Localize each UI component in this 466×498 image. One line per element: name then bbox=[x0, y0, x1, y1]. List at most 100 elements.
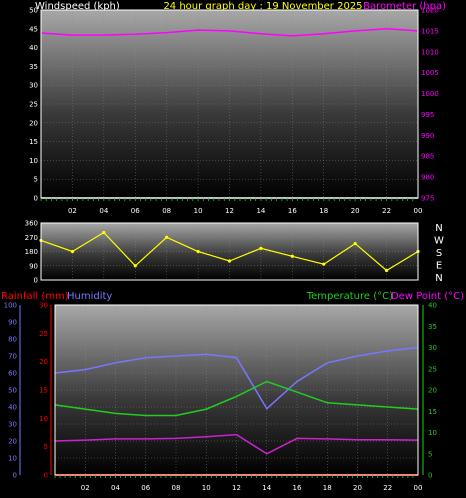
rainfall-tick-label: 25 bbox=[39, 330, 48, 338]
bottom-x-tick-label: 00 bbox=[414, 484, 423, 492]
barometer-tick-label: 1015 bbox=[421, 27, 439, 35]
barometer-tick-label: 995 bbox=[421, 111, 434, 119]
windspeed-tick-label: 0 bbox=[34, 195, 38, 203]
wind-direction-point bbox=[353, 241, 357, 246]
wind-direction-point bbox=[133, 264, 137, 268]
bottom-x-tick-label: 18 bbox=[323, 484, 332, 492]
temperature-tick-label: 35 bbox=[428, 323, 437, 331]
dewpoint-axis-title: Dew Point (°C) bbox=[391, 291, 464, 302]
compass-label: N bbox=[435, 273, 442, 284]
humidity-tick-label: 0 bbox=[13, 472, 17, 480]
bottom-x-tick-label: 04 bbox=[111, 484, 120, 492]
rainfall-tick-label: 0 bbox=[44, 472, 48, 480]
windspeed-tick-label: 5 bbox=[34, 176, 38, 184]
rainfall-axis-title: Rainfall (mm) bbox=[1, 291, 69, 302]
temperature-tick-label: 10 bbox=[428, 429, 437, 437]
wind-direction-point bbox=[322, 262, 326, 266]
temperature-axis-title: Temperature (°C) bbox=[306, 291, 393, 302]
barometer-tick-label: 1000 bbox=[421, 90, 439, 98]
windspeed-tick-label: 50 bbox=[29, 7, 38, 15]
rainfall-tick-label: 30 bbox=[39, 302, 48, 310]
rainfall-tick-label: 20 bbox=[39, 358, 48, 366]
temperature-tick-label: 15 bbox=[428, 408, 437, 416]
windspeed-tick-label: 30 bbox=[29, 82, 38, 90]
bottom-x-tick-label: 12 bbox=[232, 484, 241, 492]
barometer-tick-label: 1010 bbox=[421, 48, 439, 56]
barometer-tick-label: 980 bbox=[421, 174, 434, 182]
bottom-x-tick-label: 08 bbox=[172, 484, 181, 492]
windspeed-tick-label: 25 bbox=[29, 101, 38, 109]
wind-dir-tick-label: 180 bbox=[25, 248, 38, 256]
top-x-tick-label: 04 bbox=[99, 207, 108, 215]
wind-dir-tick-label: 270 bbox=[25, 234, 38, 242]
wind-dir-tick-label: 360 bbox=[25, 220, 38, 228]
rainfall-tick-label: 15 bbox=[39, 387, 48, 395]
humidity-tick-label: 30 bbox=[8, 421, 17, 429]
bottom-x-tick-label: 16 bbox=[293, 484, 302, 492]
temperature-tick-label: 20 bbox=[428, 387, 437, 395]
humidity-tick-label: 60 bbox=[8, 370, 17, 378]
bottom-x-tick-label: 20 bbox=[353, 484, 362, 492]
top-x-tick-label: 10 bbox=[194, 207, 203, 215]
barometer-tick-label: 1005 bbox=[421, 69, 439, 77]
compass-labels: NWSEN bbox=[434, 223, 444, 284]
rainfall-tick-label: 5 bbox=[44, 443, 48, 451]
humidity-tick-label: 70 bbox=[8, 353, 17, 361]
top-x-tick-label: 06 bbox=[131, 207, 140, 215]
temperature-tick-label: 5 bbox=[428, 450, 432, 458]
wind-direction-point bbox=[259, 246, 263, 250]
humidity-tick-label: 100 bbox=[4, 302, 17, 310]
humidity-axis-title: Humidity bbox=[67, 291, 112, 302]
humidity-tick-label: 90 bbox=[8, 319, 17, 327]
wind-dir-tick-label: 0 bbox=[34, 277, 38, 285]
bottom-chart: 0102030405060708090100051015202530051015… bbox=[4, 302, 437, 493]
temperature-tick-label: 25 bbox=[428, 365, 437, 373]
bottom-x-tick-label: 06 bbox=[141, 484, 150, 492]
compass-label: W bbox=[434, 236, 444, 247]
humidity-tick-label: 50 bbox=[8, 387, 17, 395]
compass-label: N bbox=[435, 223, 442, 234]
wind-direction-point bbox=[227, 259, 232, 263]
compass-label: E bbox=[436, 261, 442, 272]
wind-direction-point bbox=[165, 235, 169, 239]
bottom-x-tick-label: 22 bbox=[383, 484, 392, 492]
temperature-tick-label: 0 bbox=[428, 472, 432, 480]
wind-direction-point bbox=[102, 230, 106, 235]
humidity-tick-label: 40 bbox=[8, 404, 17, 412]
wind-direction-point bbox=[384, 268, 389, 273]
wind-direction-chart: 090180270360 NWSEN bbox=[25, 220, 444, 285]
temperature-tick-label: 40 bbox=[428, 302, 437, 310]
mid-ticks: 0 90 180 270 360 bbox=[25, 220, 38, 285]
top-x-tick-label: 02 bbox=[68, 207, 77, 215]
bottom-x-tick-label: 10 bbox=[202, 484, 211, 492]
windspeed-tick-label: 20 bbox=[29, 119, 38, 127]
windspeed-tick-label: 35 bbox=[29, 63, 38, 71]
top-x-tick-label: 12 bbox=[225, 207, 234, 215]
bottom-x-tick-label: 14 bbox=[262, 484, 271, 492]
top-x-tick-label: 08 bbox=[162, 207, 171, 215]
humidity-tick-label: 20 bbox=[8, 438, 17, 446]
barometer-tick-label: 975 bbox=[421, 195, 434, 203]
top-x-tick-label: 14 bbox=[256, 207, 265, 215]
weather-graph-canvas: Windspeed (kph) 24 hour graph day : 19 N… bbox=[1, 1, 464, 493]
compass-label: S bbox=[436, 248, 442, 259]
rainfall-tick-label: 10 bbox=[39, 415, 48, 423]
top-x-tick-label: 18 bbox=[319, 207, 328, 215]
windspeed-tick-label: 10 bbox=[29, 157, 38, 165]
top-x-tick-label: 00 bbox=[414, 207, 423, 215]
top-x-tick-label: 20 bbox=[351, 207, 360, 215]
barometer-tick-label: 1020 bbox=[421, 7, 439, 15]
wind-dir-tick-label: 90 bbox=[29, 262, 38, 270]
top-x-tick-label: 16 bbox=[288, 207, 297, 215]
windspeed-tick-label: 45 bbox=[29, 25, 38, 33]
windspeed-tick-label: 40 bbox=[29, 44, 38, 52]
barometer-tick-label: 990 bbox=[421, 132, 434, 140]
wind-direction-point bbox=[196, 249, 200, 254]
top-x-tick-label: 22 bbox=[382, 207, 391, 215]
humidity-tick-label: 10 bbox=[8, 455, 17, 463]
wind-direction-point bbox=[290, 254, 294, 258]
temperature-tick-label: 30 bbox=[428, 344, 437, 352]
barometer-tick-label: 985 bbox=[421, 153, 434, 161]
windspeed-tick-label: 15 bbox=[29, 138, 38, 146]
wind-direction-point bbox=[70, 249, 75, 254]
